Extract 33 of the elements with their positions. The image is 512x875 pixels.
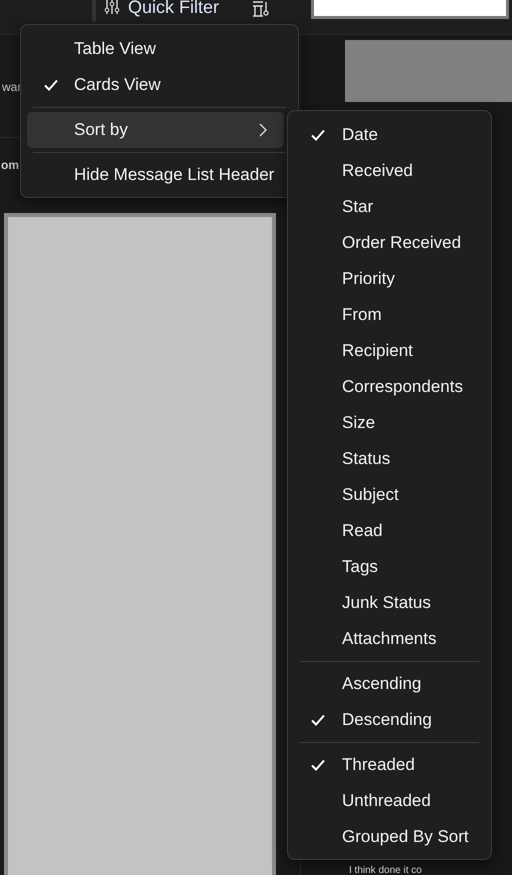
menu-item[interactable]: Order Received [294,225,485,261]
chevron-right-icon [258,122,268,138]
checkmark-icon [310,712,326,728]
menu-item[interactable]: Priority [294,261,485,297]
menu-item[interactable]: Status [294,441,485,477]
submenu-item[interactable]: Sort by [27,112,284,148]
menu-item[interactable]: Cards View [27,67,284,103]
menu-item[interactable]: Subject [294,477,485,513]
menu-item[interactable]: Grouped By Sort [294,819,485,855]
cut-off-label: war [2,80,22,94]
menu-item[interactable]: Hide Message List Header [27,157,284,193]
menu-item[interactable]: Star [294,189,485,225]
menu-item[interactable]: From [294,297,485,333]
menu-item[interactable]: Attachments [294,621,485,657]
menu-item[interactable]: Descending [294,702,485,738]
menu-item[interactable]: Junk Status [294,585,485,621]
checkmark-icon [310,757,326,773]
menu-item[interactable]: Unthreaded [294,783,485,819]
checkmark-icon [310,127,326,143]
menu-item[interactable]: Date [294,117,485,153]
menu-item[interactable]: Size [294,405,485,441]
menu-item[interactable]: Tags [294,549,485,585]
menu-item[interactable]: Correspondents [294,369,485,405]
message-preview: I think done it co [348,866,423,875]
menu-item[interactable]: Received [294,153,485,189]
menu-item[interactable]: Ascending [294,666,485,702]
menu-item[interactable]: Table View [27,31,284,67]
menu-item[interactable]: Read [294,513,485,549]
menu-item[interactable]: Recipient [294,333,485,369]
cut-off-label: om [1,158,19,172]
checkmark-icon [42,77,58,93]
menu-item[interactable]: Threaded [294,747,485,783]
columns-icon[interactable] [251,0,270,18]
